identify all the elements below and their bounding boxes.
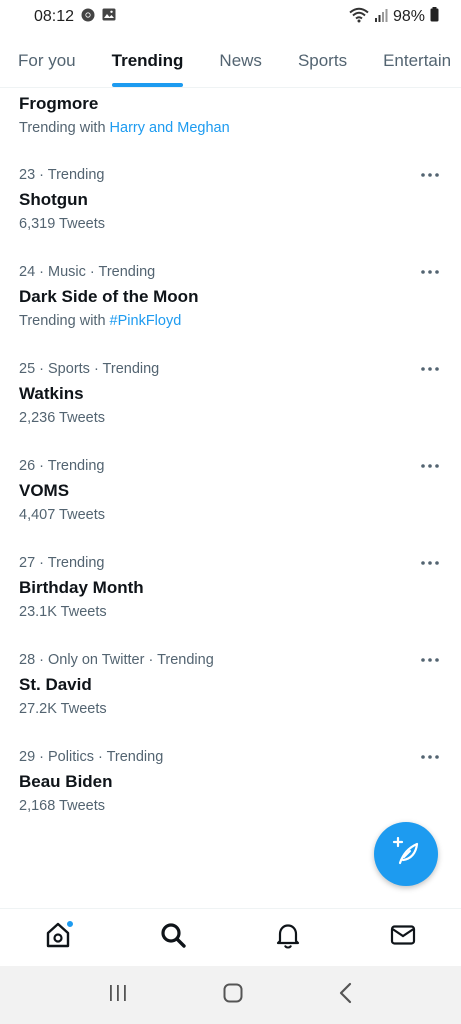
trend-subtitle: Trending with #PinkFloyd xyxy=(19,313,181,329)
trend-tweet-count: 4,407 Tweets xyxy=(19,507,105,523)
more-horizontal-icon[interactable] xyxy=(419,455,441,477)
trend-tweet-count: 2,236 Tweets xyxy=(19,410,105,426)
trend-item[interactable]: 24 · Music · Trending Dark Side of the M… xyxy=(0,251,461,348)
trend-tweet-count: 27.2K Tweets xyxy=(19,701,107,717)
back-icon[interactable] xyxy=(338,982,354,1009)
trend-tweet-count: 2,168 Tweets xyxy=(19,798,105,814)
trend-meta: 26 · Trending xyxy=(19,458,105,474)
trend-item[interactable]: 27 · Trending Birthday Month 23.1K Tweet… xyxy=(0,542,461,639)
trend-subtitle: Trending with Harry and Meghan xyxy=(19,120,230,136)
wifi-icon xyxy=(349,7,369,28)
system-nav-bar xyxy=(0,966,461,1024)
trend-meta: 29 · Politics · Trending xyxy=(19,749,164,765)
tab-sports[interactable]: Sports xyxy=(280,34,365,87)
trend-item[interactable]: Frogmore Trending with Harry and Meghan xyxy=(0,88,461,154)
chrome-icon xyxy=(81,8,95,27)
recent-apps-icon[interactable] xyxy=(107,983,129,1008)
trend-title: VOMS xyxy=(19,481,70,500)
more-horizontal-icon[interactable] xyxy=(419,358,441,380)
notification-dot xyxy=(65,919,74,928)
compose-tweet-button[interactable] xyxy=(374,822,438,886)
trend-meta: 27 · Trending xyxy=(19,555,105,571)
more-horizontal-icon[interactable] xyxy=(419,746,441,768)
trend-related-link[interactable]: Harry and Meghan xyxy=(110,120,230,136)
trend-meta: 28 · Only on Twitter · Trending xyxy=(19,652,214,668)
trend-item[interactable]: 28 · Only on Twitter · Trending St. Davi… xyxy=(0,639,461,736)
trend-related-link[interactable]: #PinkFloyd xyxy=(110,313,182,329)
home-button-icon[interactable] xyxy=(222,982,244,1009)
compose-feather-icon xyxy=(391,836,421,872)
more-horizontal-icon[interactable] xyxy=(419,261,441,283)
trend-tweet-count: 6,319 Tweets xyxy=(19,216,105,232)
trend-item[interactable]: 23 · Trending Shotgun 6,319 Tweets xyxy=(0,154,461,251)
tab-for-you[interactable]: For you xyxy=(0,34,94,87)
nav-home-button[interactable] xyxy=(30,910,86,966)
trend-title: Birthday Month xyxy=(19,578,144,597)
trend-list: Frogmore Trending with Harry and Meghan … xyxy=(0,88,461,833)
trend-meta: 23 · Trending xyxy=(19,167,105,183)
trend-title: Beau Biden xyxy=(19,772,113,791)
bottom-nav xyxy=(0,908,461,966)
trend-tweet-count: 23.1K Tweets xyxy=(19,604,107,620)
signal-icon xyxy=(374,8,388,27)
explore-tabs: For you Trending News Sports Entertain xyxy=(0,34,461,88)
tab-trending[interactable]: Trending xyxy=(94,34,202,87)
trend-title: St. David xyxy=(19,675,92,694)
trend-sub-text: Trending with xyxy=(19,313,110,329)
trend-title: Dark Side of the Moon xyxy=(19,287,199,306)
trend-meta: 24 · Music · Trending xyxy=(19,264,156,280)
search-icon xyxy=(159,921,187,954)
nav-notifications-button[interactable] xyxy=(260,910,316,966)
status-time: 08:12 xyxy=(34,8,75,25)
nav-messages-button[interactable] xyxy=(375,910,431,966)
tab-entertainment[interactable]: Entertain xyxy=(365,34,461,87)
more-horizontal-icon[interactable] xyxy=(419,552,441,574)
trend-meta: 25 · Sports · Trending xyxy=(19,361,160,377)
mail-icon xyxy=(389,921,417,954)
trend-title: Frogmore xyxy=(19,94,99,113)
trend-item[interactable]: 29 · Politics · Trending Beau Biden 2,16… xyxy=(0,736,461,833)
bell-icon xyxy=(274,921,302,954)
battery-icon xyxy=(430,7,439,27)
trend-item[interactable]: 25 · Sports · Trending Watkins 2,236 Twe… xyxy=(0,348,461,445)
battery-percent: 98% xyxy=(392,8,425,25)
trend-sub-text: Trending with xyxy=(19,120,110,136)
trend-title: Shotgun xyxy=(19,190,88,209)
nav-search-button[interactable] xyxy=(145,910,201,966)
status-bar: 08:12 98% xyxy=(0,0,461,34)
gallery-icon xyxy=(102,8,116,26)
more-horizontal-icon[interactable] xyxy=(419,164,441,186)
more-horizontal-icon[interactable] xyxy=(419,649,441,671)
tab-news[interactable]: News xyxy=(201,34,280,87)
trend-title: Watkins xyxy=(19,384,84,403)
trend-item[interactable]: 26 · Trending VOMS 4,407 Tweets xyxy=(0,445,461,542)
